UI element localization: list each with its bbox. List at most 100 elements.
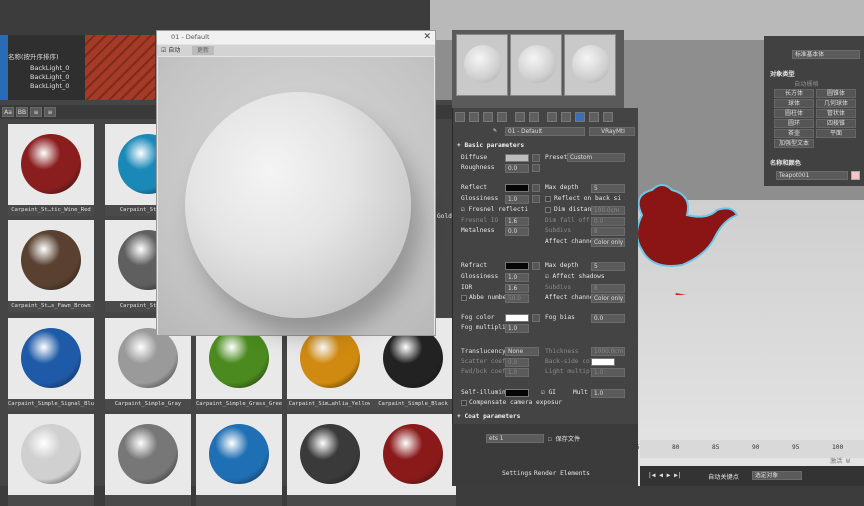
material-tile[interactable]: [370, 414, 456, 506]
refract-map-button[interactable]: [532, 262, 540, 270]
backside-color-swatch[interactable]: [591, 358, 615, 366]
autogrid-checkbox[interactable]: 自动栅格: [794, 79, 819, 88]
scene-sort-header[interactable]: 名称(按升序排序): [8, 51, 59, 61]
scatter-field[interactable]: 0.0: [505, 358, 529, 367]
auto-update-checkbox[interactable]: ☑ 自动: [161, 45, 180, 56]
create-object-button[interactable]: 圆环: [774, 119, 814, 128]
browser-tool-button[interactable]: ≡: [44, 107, 56, 117]
fog-multiplier-field[interactable]: 1.0: [505, 324, 529, 333]
material-name-field[interactable]: 01 - Default: [505, 127, 585, 136]
affect-shadows-checkbox[interactable]: ☑ Affect shadows: [545, 273, 605, 280]
refract-affect-channels-dropdown[interactable]: Color only: [591, 294, 625, 303]
abbe-checkbox[interactable]: [461, 295, 467, 301]
gi-checkbox[interactable]: ☑ GI: [541, 389, 556, 396]
scene-item[interactable]: BackLight_0: [30, 64, 69, 72]
material-tile[interactable]: Carpaint_Simple_Signal_Blue: [8, 318, 94, 410]
object-name-field[interactable]: Teapot001: [776, 171, 848, 180]
material-tile[interactable]: Carpaint_St…tic_Wine_Red: [8, 124, 94, 216]
fog-map-button[interactable]: [532, 314, 540, 322]
object-category-dropdown[interactable]: 标准基本体: [792, 50, 860, 59]
refract-color-swatch[interactable]: [505, 262, 529, 270]
roughness-field[interactable]: 0.0: [505, 164, 529, 173]
dim-distance-checkbox[interactable]: [545, 207, 551, 213]
diffuse-map-button[interactable]: [532, 154, 540, 162]
create-object-button[interactable]: 圆锥体: [816, 89, 856, 98]
browser-tool-button[interactable]: Aa: [2, 107, 14, 117]
render-elements-tab[interactable]: Render Elements: [534, 470, 590, 477]
diffuse-color-swatch[interactable]: [505, 154, 529, 162]
get-material-icon[interactable]: [455, 112, 465, 122]
render-preset-dropdown[interactable]: ets 1: [486, 434, 544, 443]
put-to-scene-icon[interactable]: [469, 112, 479, 122]
create-object-button[interactable]: 平面: [816, 129, 856, 138]
fwdbck-field[interactable]: 1.0: [505, 368, 529, 377]
material-tile[interactable]: [8, 414, 94, 506]
sample-slot[interactable]: [564, 34, 616, 96]
close-icon[interactable]: ✕: [423, 31, 431, 44]
compensate-checkbox[interactable]: [461, 400, 467, 406]
fog-color-swatch[interactable]: [505, 314, 529, 322]
refract-glossiness-field[interactable]: 1.0: [505, 273, 529, 282]
glossiness-map-button[interactable]: [532, 195, 540, 203]
reflect-max-depth-field[interactable]: 5: [591, 184, 625, 193]
show-end-icon[interactable]: [589, 112, 599, 122]
dim-distance-field[interactable]: 100.0cm: [591, 206, 625, 215]
material-tile[interactable]: Carpaint_St…s_Fawn_Brown: [8, 220, 94, 312]
light-multiplier-field[interactable]: 1.0: [591, 368, 625, 377]
refract-max-depth-field[interactable]: 5: [591, 262, 625, 271]
material-tile[interactable]: [105, 414, 191, 506]
show-map-icon[interactable]: [575, 112, 585, 122]
create-object-button[interactable]: 球体: [774, 99, 814, 108]
coat-parameters-header[interactable]: + Coat parameters: [453, 413, 639, 422]
glossiness-field[interactable]: 1.0: [505, 195, 529, 204]
reflect-color-swatch[interactable]: [505, 184, 529, 192]
sample-slot[interactable]: [510, 34, 562, 96]
reset-map-icon[interactable]: [497, 112, 507, 122]
refract-subdivs-field[interactable]: 8: [591, 284, 625, 293]
fresnel-ior-field[interactable]: 1.6: [505, 217, 529, 226]
reflect-map-button[interactable]: [532, 184, 540, 192]
ior-field[interactable]: 1.6: [505, 284, 529, 293]
unique-icon[interactable]: [529, 112, 539, 122]
autokey-button[interactable]: 自动关键点: [708, 472, 739, 481]
save-file-checkbox[interactable]: ☐ 保存文件: [548, 434, 580, 443]
roughness-map-button[interactable]: [532, 164, 540, 172]
browser-tool-button[interactable]: ≡: [30, 107, 42, 117]
go-parent-icon[interactable]: [603, 112, 613, 122]
material-id-icon[interactable]: [561, 112, 571, 122]
create-object-button[interactable]: 管状体: [816, 109, 856, 118]
self-illumination-swatch[interactable]: [505, 389, 529, 397]
scene-item[interactable]: BackLight_0: [30, 73, 69, 81]
create-object-button[interactable]: 长方体: [774, 89, 814, 98]
dim-falloff-field[interactable]: 0.0: [591, 217, 625, 226]
play-controls[interactable]: |◀ ◀ ▶ ▶|: [648, 472, 682, 479]
subdivs-field[interactable]: 8: [591, 227, 625, 236]
material-tile[interactable]: [287, 414, 373, 506]
basic-parameters-header[interactable]: + Basic parameters: [453, 142, 639, 151]
create-object-button[interactable]: 四棱锥: [816, 119, 856, 128]
translucency-dropdown[interactable]: None: [505, 347, 539, 356]
browser-tool-button[interactable]: BB: [16, 107, 28, 117]
settings-tab[interactable]: Settings: [502, 470, 532, 477]
create-object-button[interactable]: 茶壶: [774, 129, 814, 138]
preset-dropdown[interactable]: Custom: [567, 153, 625, 162]
material-type-button[interactable]: VRayMtl: [589, 127, 635, 136]
scene-item[interactable]: BackLight_0: [30, 82, 69, 90]
library-icon[interactable]: [547, 112, 557, 122]
object-type-header[interactable]: 对象类型: [770, 69, 795, 78]
thickness-field[interactable]: 1000.0cm: [591, 347, 625, 356]
metalness-field[interactable]: 0.0: [505, 227, 529, 236]
material-preview-window[interactable]: 01 - Default ✕ ☑ 自动 更新: [156, 30, 436, 336]
create-object-button[interactable]: 加强型文本: [774, 139, 814, 148]
name-color-header[interactable]: 名称和颜色: [770, 158, 801, 167]
sample-slot[interactable]: [456, 34, 508, 96]
object-color-swatch[interactable]: [851, 171, 860, 180]
mult-field[interactable]: 1.0: [591, 389, 625, 398]
material-tile[interactable]: [196, 414, 282, 506]
eyedropper-icon[interactable]: ✎: [493, 127, 497, 134]
fog-bias-field[interactable]: 0.0: [591, 314, 625, 323]
update-button[interactable]: 更新: [192, 46, 214, 55]
selection-filter-dropdown[interactable]: 选定对象: [752, 471, 802, 480]
affect-channels-dropdown[interactable]: Color only: [591, 238, 625, 247]
create-object-button[interactable]: 圆柱体: [774, 109, 814, 118]
